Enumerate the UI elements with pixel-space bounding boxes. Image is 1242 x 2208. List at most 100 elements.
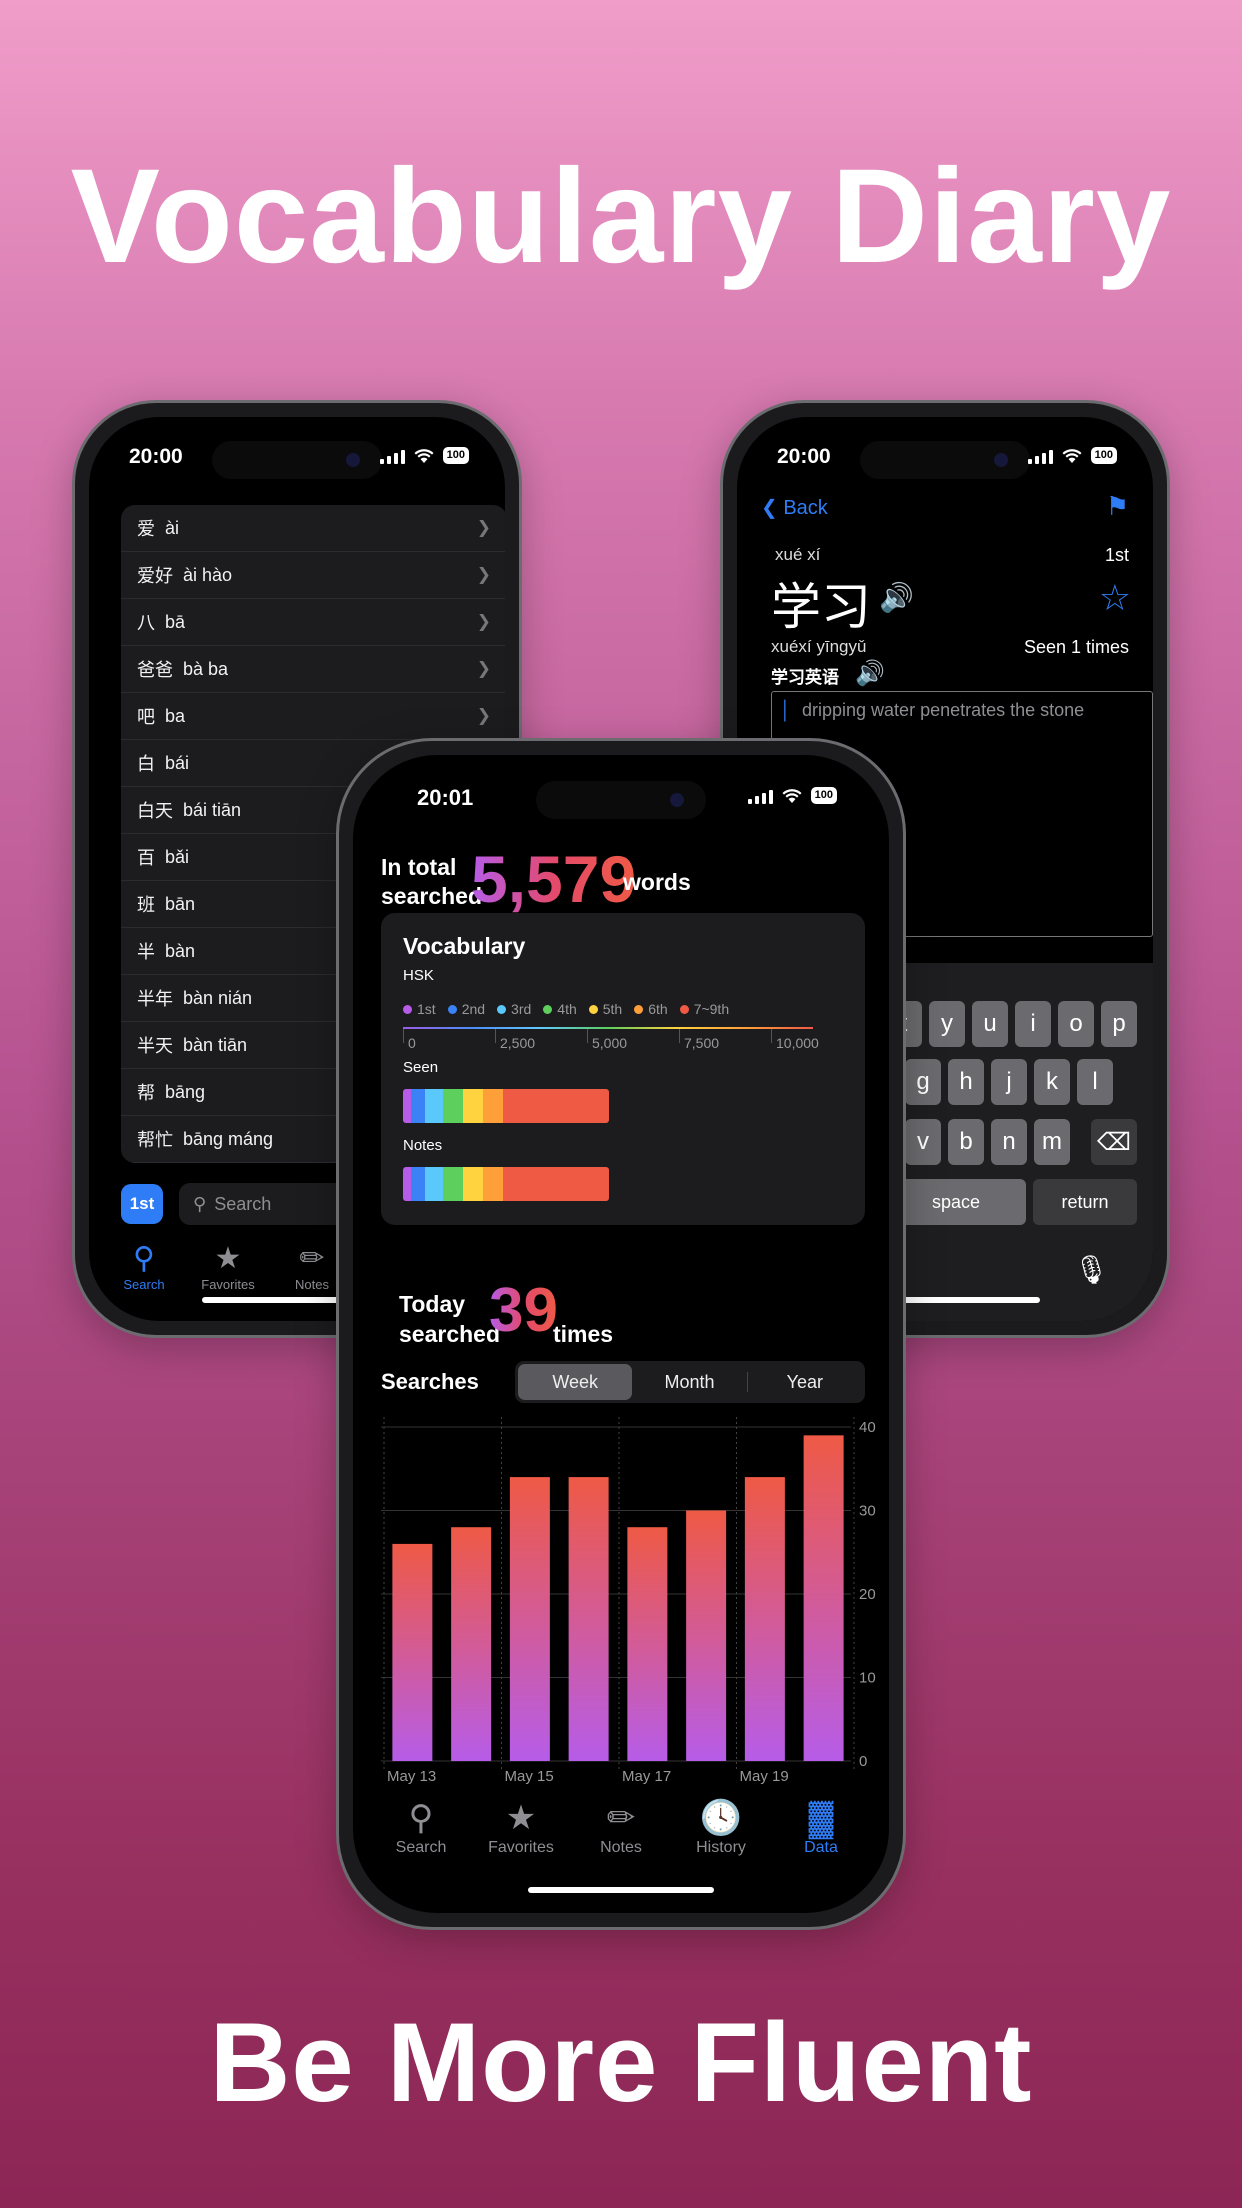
keyboard-key[interactable]: l (1077, 1059, 1113, 1105)
battery-icon: 100 (1090, 447, 1117, 464)
keyboard-key[interactable]: j (991, 1059, 1027, 1105)
word-list-item[interactable]: 八 bā ❯ (121, 599, 505, 646)
space-key[interactable]: space (886, 1179, 1026, 1225)
total-label-line: In total (381, 854, 457, 880)
tab-history[interactable]: 🕓 History (676, 1797, 766, 1857)
word-list-item[interactable]: 爱 ài ❯ (121, 505, 505, 552)
tab-favorites[interactable]: ★ Favorites (476, 1797, 566, 1857)
bar[interactable] (392, 1543, 433, 1761)
word-hanzi: 百 (137, 848, 155, 868)
tab-favorites[interactable]: ★ Favorites (201, 1241, 254, 1292)
keyboard-key[interactable]: y (929, 1001, 965, 1047)
bar[interactable] (744, 1477, 785, 1761)
word-pinyin: bǎi (165, 846, 190, 867)
flag-icon[interactable]: ⚑ (1106, 491, 1129, 522)
note-placeholder: dripping water penetrates the stone (802, 700, 1085, 720)
keyboard-key[interactable]: b (948, 1119, 984, 1165)
legend-item: 6th (634, 1001, 668, 1017)
example-speaker-icon[interactable]: 🔊 (855, 659, 885, 688)
bar[interactable] (451, 1527, 492, 1761)
battery-icon: 100 (810, 787, 837, 804)
legend-dot (588, 1004, 598, 1014)
tab-data[interactable]: ▓ Data (776, 1797, 866, 1857)
searches-label: Searches (381, 1369, 479, 1394)
pencil-icon: ✏ (606, 1799, 636, 1837)
period-segmented-control: Week Month Year (515, 1361, 865, 1403)
bar[interactable] (803, 1435, 844, 1761)
keyboard-key[interactable]: h (948, 1059, 984, 1105)
center-phone: 20:01 100 In total searched 5,579 words … (336, 738, 906, 1930)
bar[interactable] (568, 1477, 609, 1761)
stack-segment (411, 1167, 425, 1201)
stack-segment (483, 1167, 503, 1201)
segment-week[interactable]: Week (518, 1364, 633, 1400)
y-tick-label: 40 (859, 1419, 876, 1436)
word-list-item[interactable]: 爱好 ài hào ❯ (121, 552, 505, 599)
stack-segment (425, 1167, 443, 1201)
legend-dot (634, 1004, 644, 1014)
keyboard-key[interactable]: k (1034, 1059, 1070, 1105)
back-button[interactable]: ❮ Back (761, 495, 828, 520)
hsk-axis (403, 1027, 813, 1029)
bar[interactable] (686, 1510, 727, 1762)
word-pinyin: bān (165, 893, 196, 914)
word-level: 1st (1104, 545, 1129, 565)
legend-dot (497, 1004, 507, 1014)
keyboard-key[interactable]: o (1058, 1001, 1094, 1047)
keyboard-key[interactable]: i (1015, 1001, 1051, 1047)
keyboard-key[interactable]: m (1034, 1119, 1070, 1165)
battery-icon: 100 (442, 447, 469, 464)
chevron-left-icon: ❮ (761, 497, 778, 519)
center-screen: 20:01 100 In total searched 5,579 words … (353, 755, 889, 1913)
tab-search[interactable]: ⚲ Search (376, 1797, 466, 1857)
segment-month[interactable]: Month (632, 1364, 746, 1400)
legend-label: 3rd (511, 1001, 532, 1017)
keyboard-row: vbnm ⌫ (905, 1119, 1137, 1165)
level-filter-button[interactable]: 1st (121, 1184, 163, 1224)
today-searched-label: Today searched (399, 1289, 500, 1349)
word-list-item[interactable]: 吧 ba ❯ (121, 693, 505, 740)
axis-tick (403, 1029, 404, 1043)
tab-label: Data (804, 1839, 838, 1856)
segment-year[interactable]: Year (748, 1364, 862, 1400)
keyboard-key[interactable]: v (905, 1119, 941, 1165)
delete-key[interactable]: ⌫ (1091, 1119, 1137, 1165)
total-searched-label: In total searched (381, 853, 482, 911)
return-key[interactable]: return (1033, 1179, 1137, 1225)
x-tick-label: May 13 (387, 1768, 436, 1785)
tab-notes[interactable]: ✏ Notes (287, 1241, 337, 1292)
word-pinyin: ài hào (183, 564, 233, 585)
keyboard-key[interactable]: g (905, 1059, 941, 1105)
keyboard-row: ghjkl (905, 1059, 1113, 1105)
bar[interactable] (509, 1477, 550, 1761)
status-time: 20:00 (129, 445, 183, 468)
headline: Vocabulary Diary (70, 142, 1172, 291)
keyboard-row: space return (886, 1179, 1137, 1225)
keyboard-key[interactable]: u (972, 1001, 1008, 1047)
x-tick-label: May 17 (622, 1768, 671, 1785)
legend-dot (679, 1004, 689, 1014)
word-pinyin: xué xí (775, 545, 821, 564)
notes-label: Notes (403, 1137, 443, 1154)
speaker-icon[interactable]: 🔊 (879, 581, 914, 614)
microphone-icon[interactable]: 🎙 (1073, 1253, 1109, 1286)
tagline: Be More Fluent (209, 2000, 1033, 2125)
favorite-star-icon[interactable]: ☆ (1099, 577, 1131, 619)
stack-segment (443, 1167, 463, 1201)
status-icons: 100 (1027, 447, 1117, 464)
x-tick-label: May 19 (740, 1768, 789, 1785)
total-searched-unit: words (623, 869, 691, 895)
axis-tick (771, 1029, 772, 1043)
bar[interactable] (627, 1527, 668, 1761)
word-list-item[interactable]: 爸爸 bà ba ❯ (121, 646, 505, 693)
keyboard-key[interactable]: p (1101, 1001, 1137, 1047)
keyboard-row: tyuiop (886, 1001, 1137, 1047)
axis-tick-label: 7,500 (684, 1035, 720, 1051)
legend-item: 2nd (447, 1001, 485, 1017)
keyboard-letter-keys: vbnm (905, 1119, 1070, 1165)
tab-search[interactable]: ⚲ Search (119, 1241, 169, 1292)
keyboard-key[interactable]: n (991, 1119, 1027, 1165)
tab-notes[interactable]: ✏ Notes (576, 1797, 666, 1857)
legend-item: 7~9th (679, 1001, 729, 1017)
y-tick-label: 20 (859, 1586, 876, 1603)
